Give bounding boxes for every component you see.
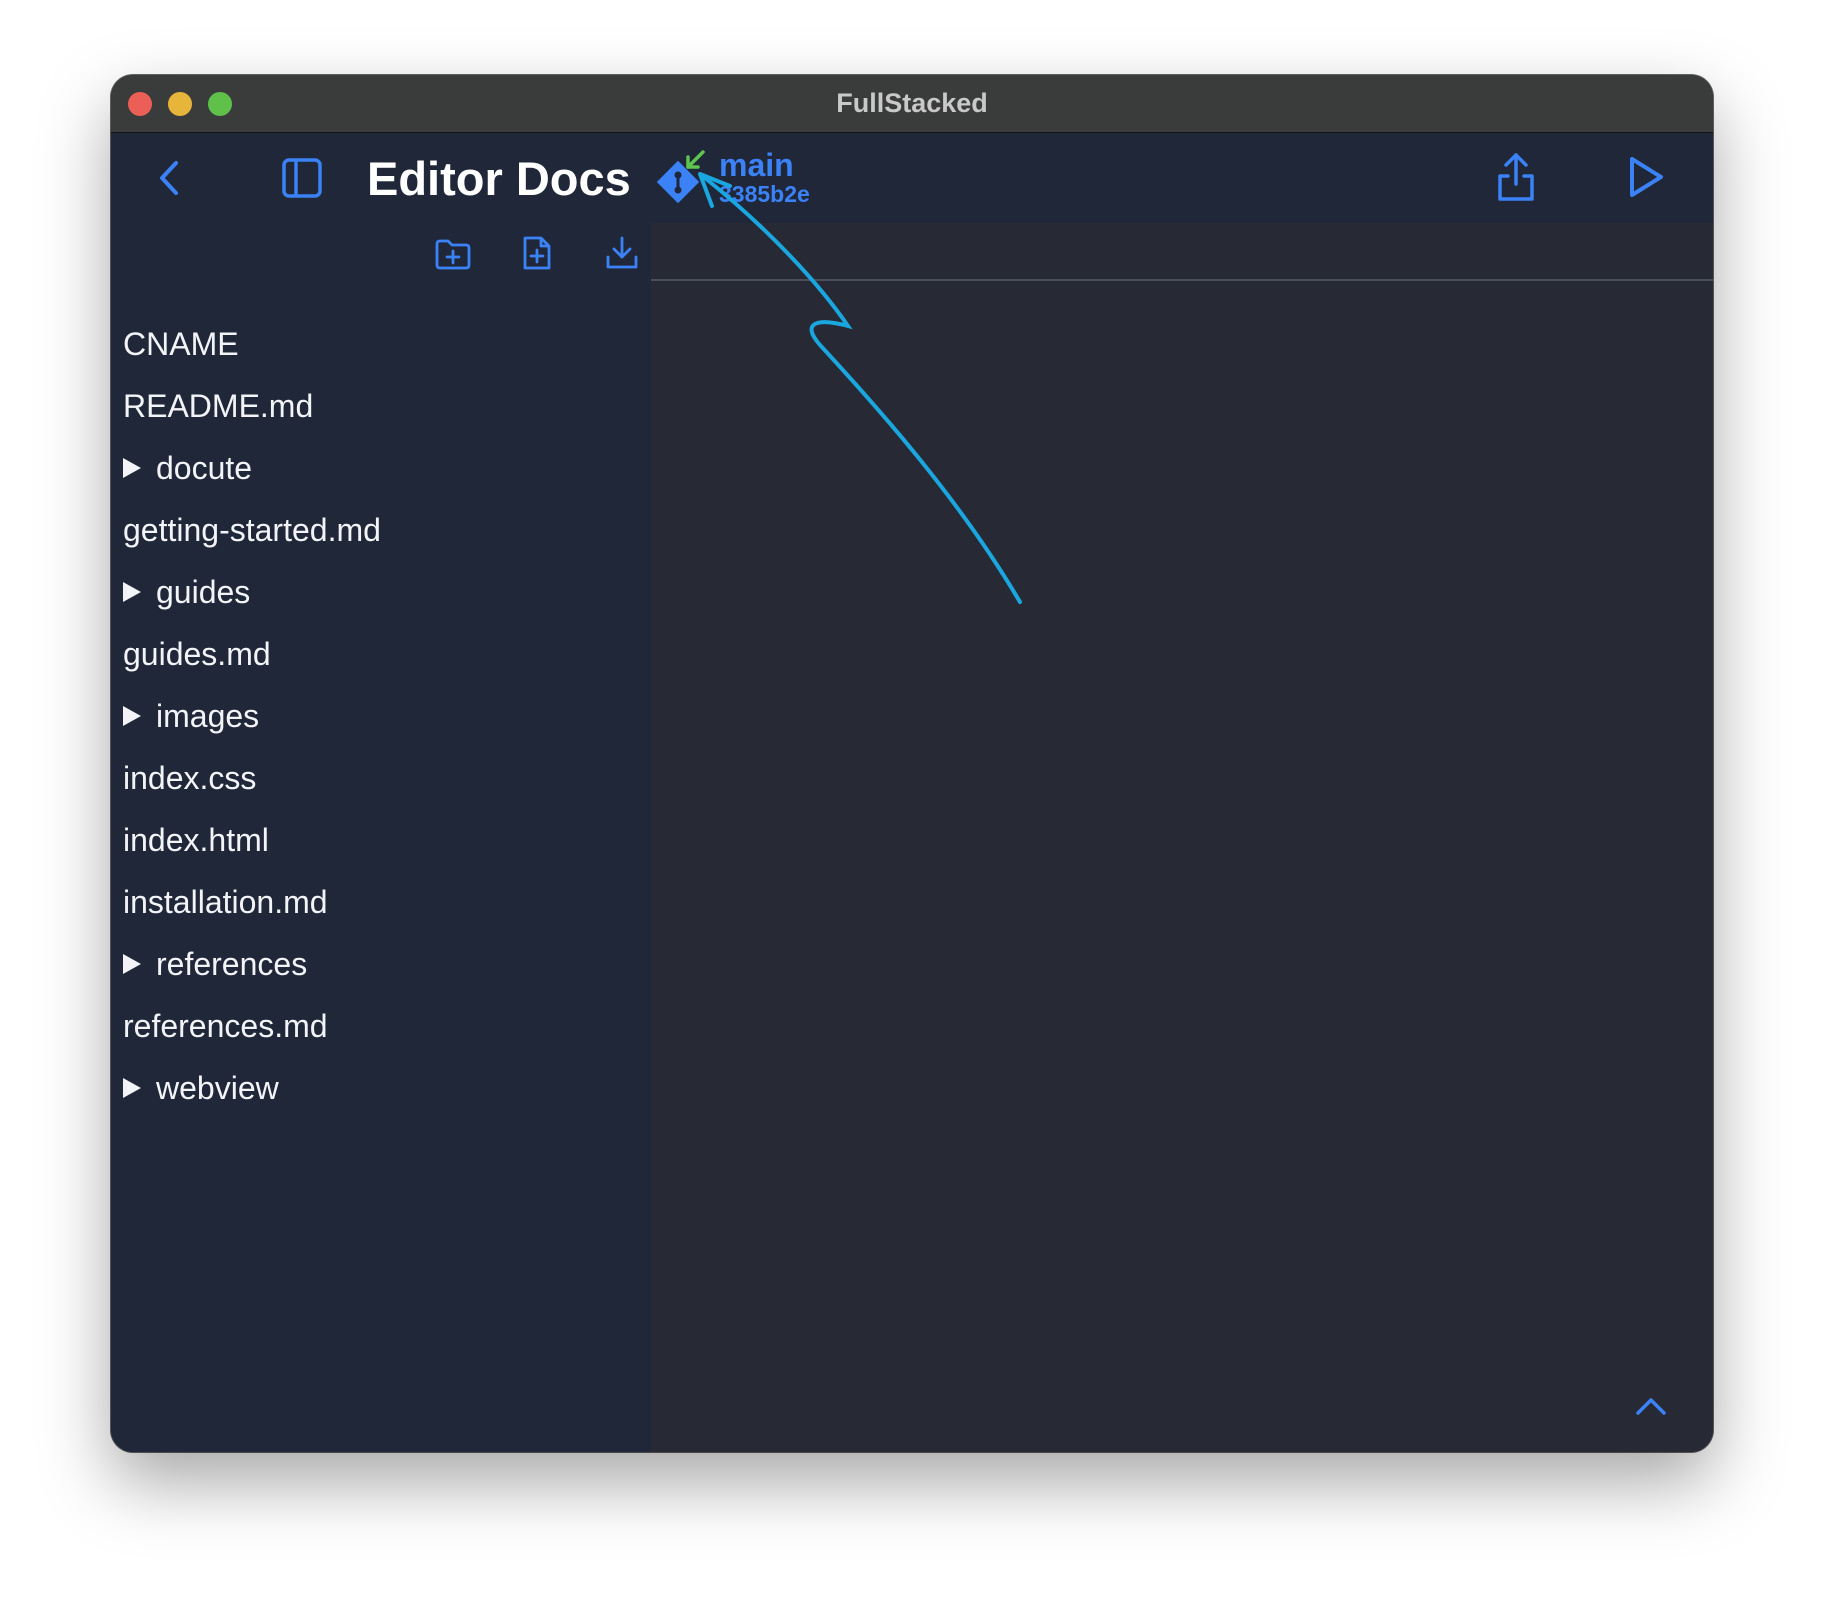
folder-item-webview[interactable]: webview bbox=[123, 1057, 381, 1119]
file-name: README.md bbox=[123, 387, 314, 424]
file-name: index.css bbox=[123, 759, 257, 796]
new-folder-button[interactable] bbox=[431, 233, 475, 275]
arrow-down-left-icon bbox=[686, 150, 705, 169]
new-folder-icon bbox=[435, 239, 471, 270]
chevron-left-icon bbox=[160, 161, 178, 195]
file-name: installation.md bbox=[123, 883, 328, 920]
file-name: CNAME bbox=[123, 325, 239, 362]
editor-pane[interactable] bbox=[651, 223, 1713, 1452]
import-icon bbox=[606, 236, 638, 269]
file-name: references.md bbox=[123, 1007, 328, 1044]
git-commit-label: 3385b2e bbox=[719, 181, 810, 207]
new-file-button[interactable] bbox=[517, 231, 557, 275]
file-item-index-html[interactable]: index.html bbox=[123, 809, 381, 871]
caret-right-icon bbox=[123, 706, 141, 726]
sidebar-toggle-icon bbox=[282, 158, 322, 198]
file-item-guides-md[interactable]: guides.md bbox=[123, 623, 381, 685]
back-button[interactable] bbox=[149, 155, 189, 201]
caret-right-icon bbox=[123, 458, 141, 478]
file-name: index.html bbox=[123, 821, 269, 858]
file-tree-actions bbox=[411, 223, 651, 283]
folder-name: references bbox=[156, 945, 308, 982]
folder-item-docute[interactable]: docute bbox=[123, 437, 381, 499]
git-status-button[interactable]: main 3385b2e bbox=[653, 147, 823, 207]
caret-right-icon bbox=[123, 582, 141, 602]
file-list: CNAME README.md docute getting-started.m… bbox=[123, 313, 381, 1119]
file-item-index-css[interactable]: index.css bbox=[123, 747, 381, 809]
folder-name: webview bbox=[156, 1069, 279, 1106]
folder-name: guides bbox=[156, 573, 251, 610]
git-branch-label: main bbox=[719, 147, 794, 183]
folder-name: images bbox=[156, 697, 260, 734]
file-item-installation[interactable]: installation.md bbox=[123, 871, 381, 933]
folder-name: docute bbox=[156, 449, 253, 486]
file-name: guides.md bbox=[123, 635, 271, 672]
new-file-icon bbox=[523, 236, 551, 270]
chevron-up-icon bbox=[1636, 1398, 1666, 1415]
run-button[interactable] bbox=[1621, 151, 1671, 203]
caret-right-icon bbox=[123, 1078, 141, 1098]
app-window: FullStacked Editor Docs main 3385b2e CNA… bbox=[111, 75, 1713, 1452]
folder-item-references[interactable]: references bbox=[123, 933, 381, 995]
project-title: Editor Docs bbox=[367, 152, 631, 205]
file-item-cname[interactable]: CNAME bbox=[123, 313, 381, 375]
window-title: FullStacked bbox=[836, 88, 988, 118]
editor-tab-bar bbox=[651, 223, 1713, 281]
sidebar-toggle-button[interactable] bbox=[279, 155, 325, 201]
file-item-references-md[interactable]: references.md bbox=[123, 995, 381, 1057]
collapse-panel-button[interactable] bbox=[1629, 1389, 1673, 1423]
share-icon bbox=[1498, 153, 1534, 201]
title-bar[interactable]: FullStacked bbox=[111, 75, 1713, 133]
file-item-readme[interactable]: README.md bbox=[123, 375, 381, 437]
project-toolbar: Editor Docs main 3385b2e bbox=[111, 133, 1713, 223]
play-icon bbox=[1630, 157, 1663, 197]
file-name: getting-started.md bbox=[123, 511, 381, 548]
import-button[interactable] bbox=[601, 231, 643, 275]
caret-right-icon bbox=[123, 954, 141, 974]
file-item-getting-started[interactable]: getting-started.md bbox=[123, 499, 381, 561]
folder-item-images[interactable]: images bbox=[123, 685, 381, 747]
file-tree-sidebar: CNAME README.md docute getting-started.m… bbox=[111, 223, 651, 1452]
share-button[interactable] bbox=[1491, 149, 1541, 205]
folder-item-guides[interactable]: guides bbox=[123, 561, 381, 623]
